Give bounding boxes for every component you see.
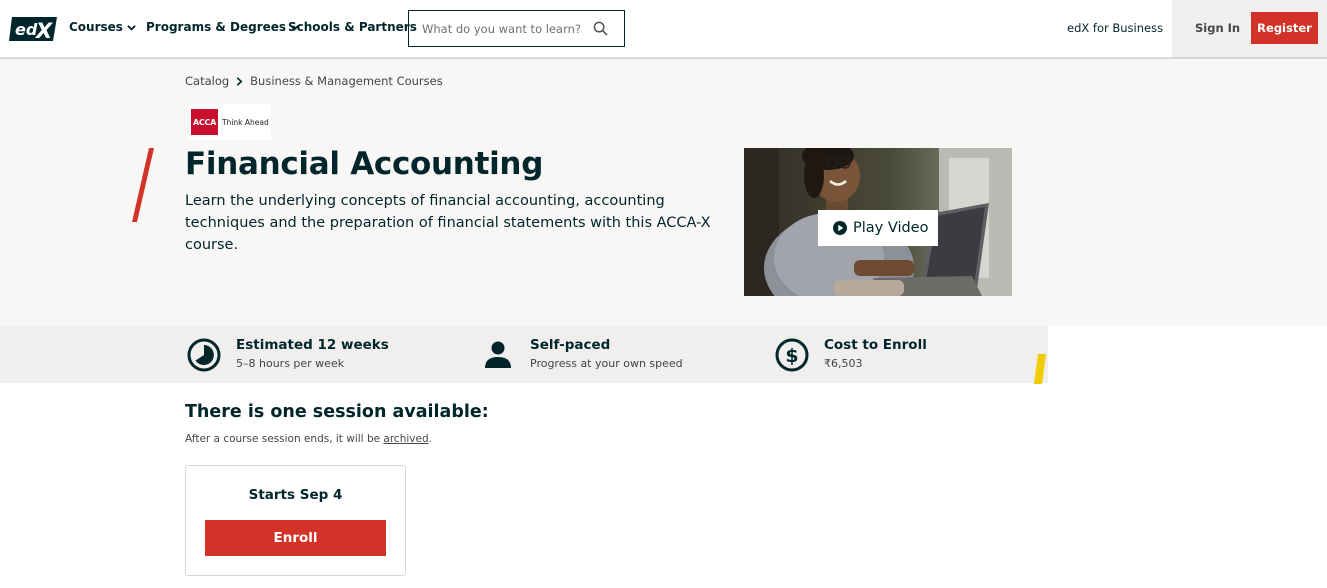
sessions-note-prefix: After a course session ends, it will be [185,433,384,445]
nav-courses-label: Courses [69,20,123,34]
sessions-note-suffix: . [428,433,432,445]
course-title: Financial Accounting [185,146,544,182]
cost-value: ₹6,503 [824,357,863,370]
chevron-right-icon [236,76,243,86]
cost-title: Cost to Enroll [824,337,927,353]
partner-tagline: Think Ahead [222,117,269,127]
play-icon [833,221,847,235]
course-stats-bar [0,326,1048,383]
course-description: Learn the underlying concepts of financi… [185,193,711,253]
register-button[interactable]: Register [1251,12,1318,44]
search-input[interactable] [422,21,592,36]
breadcrumb-catalog[interactable]: Catalog [185,74,229,88]
search-icon[interactable] [593,21,608,36]
decorative-red-slash [132,148,154,222]
play-video-label: Play Video [853,220,929,236]
edx-logo[interactable]: ed X [9,15,57,43]
sign-in-link[interactable]: Sign In [1195,21,1240,35]
nav-schools-partners[interactable]: Schools & Partners [288,20,417,34]
svg-text:X: X [34,19,54,43]
site-header: ed X Courses Programs & Degrees Schools … [0,0,1327,59]
partner-logo[interactable]: ACCA Think Ahead [189,104,271,140]
nav-programs-degrees[interactable]: Programs & Degrees [146,20,299,34]
duration-subtitle: 5–8 hours per week [236,357,345,370]
svg-text:$: $ [785,345,798,367]
enroll-button[interactable]: Enroll [205,520,386,556]
sessions-heading: There is one session available: [185,402,489,422]
play-video-button[interactable]: Play Video [818,210,938,246]
duration-title: Estimated 12 weeks [236,337,389,353]
sessions-note: After a course session ends, it will be … [185,433,432,445]
archived-link[interactable]: archived [383,433,428,445]
nav-schools-label: Schools & Partners [288,20,417,34]
dollar-icon: $ [775,338,809,372]
chevron-down-icon [127,24,136,31]
person-icon [485,341,511,368]
nav-programs-label: Programs & Degrees [146,20,287,34]
search-box [408,10,625,47]
acca-logo-mark: ACCA [191,109,218,135]
clock-icon [187,338,221,372]
pacing-subtitle: Progress at your own speed [530,357,683,370]
nav-courses[interactable]: Courses [69,20,136,34]
breadcrumb: Catalog Business & Management Courses [185,74,443,88]
pacing-title: Self-paced [530,337,611,353]
session-start-date: Starts Sep 4 [248,487,343,503]
breadcrumb-business[interactable]: Business & Management Courses [250,74,443,88]
svg-text:ed: ed [15,20,38,39]
edx-for-business-link[interactable]: edX for Business [1067,21,1163,35]
decorative-yellow-slash [1034,354,1046,384]
